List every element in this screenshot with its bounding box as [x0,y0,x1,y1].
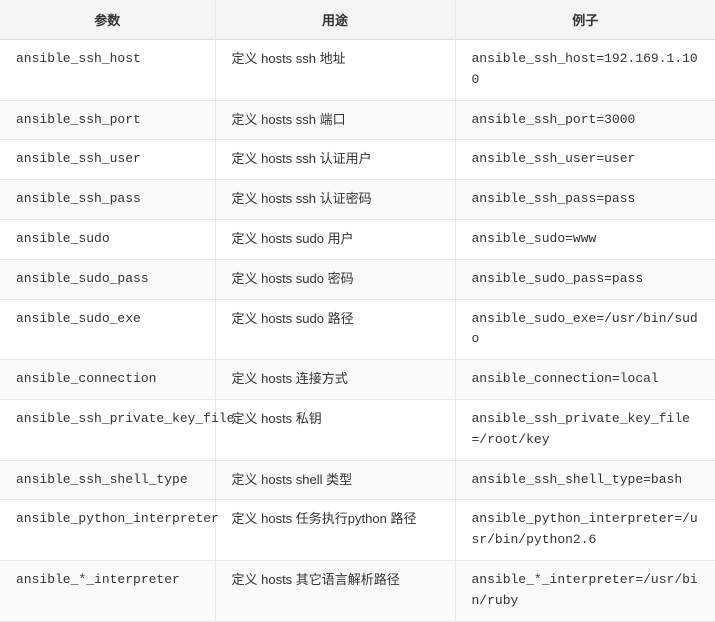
cell-param: ansible_sudo_pass [0,259,215,299]
cell-example: ansible_ssh_pass=pass [455,180,715,220]
table-row: ansible_ssh_shell_type定义 hosts shell 类型a… [0,460,715,500]
cell-example: ansible_ssh_user=user [455,140,715,180]
cell-usage: 定义 hosts shell 类型 [215,460,455,500]
cell-usage: 定义 hosts ssh 认证密码 [215,180,455,220]
cell-usage: 定义 hosts sudo 用户 [215,219,455,259]
cell-usage: 定义 hosts ssh 认证用户 [215,140,455,180]
cell-param: ansible_ssh_port [0,100,215,140]
cell-example: ansible_sudo=www [455,219,715,259]
cell-param: ansible_connection [0,360,215,400]
cell-usage: 定义 hosts sudo 密码 [215,259,455,299]
cell-example: ansible_sudo_pass=pass [455,259,715,299]
cell-example: ansible_ssh_shell_type=bash [455,460,715,500]
cell-usage: 定义 hosts 其它语言解析路径 [215,560,455,621]
cell-usage: 定义 hosts 私钥 [215,399,455,460]
cell-example: ansible_connection=local [455,360,715,400]
cell-param: ansible_sudo [0,219,215,259]
table-row: ansible_python_interpreter定义 hosts 任务执行p… [0,500,715,561]
cell-usage: 定义 hosts ssh 地址 [215,40,455,101]
cell-example: ansible_*_interpreter=/usr/bin/ruby [455,560,715,621]
cell-example: ansible_ssh_host=192.169.1.100 [455,40,715,101]
cell-usage: 定义 hosts sudo 路径 [215,299,455,360]
table-row: ansible_*_interpreter定义 hosts 其它语言解析路径an… [0,560,715,621]
cell-usage: 定义 hosts ssh 端口 [215,100,455,140]
table-row: ansible_ssh_user定义 hosts ssh 认证用户ansible… [0,140,715,180]
table-header-row: 参数 用途 例子 [0,0,715,40]
table-row: ansible_ssh_pass定义 hosts ssh 认证密码ansible… [0,180,715,220]
cell-example: ansible_sudo_exe=/usr/bin/sudo [455,299,715,360]
header-usage: 用途 [215,0,455,40]
cell-param: ansible_ssh_host [0,40,215,101]
cell-param: ansible_ssh_pass [0,180,215,220]
cell-usage: 定义 hosts 任务执行python 路径 [215,500,455,561]
table-row: ansible_sudo_exe定义 hosts sudo 路径ansible_… [0,299,715,360]
cell-example: ansible_python_interpreter=/usr/bin/pyth… [455,500,715,561]
cell-example: ansible_ssh_port=3000 [455,100,715,140]
cell-usage: 定义 hosts 连接方式 [215,360,455,400]
table-row: ansible_ssh_host定义 hosts ssh 地址ansible_s… [0,40,715,101]
table-row: ansible_sudo_pass定义 hosts sudo 密码ansible… [0,259,715,299]
cell-param: ansible_*_interpreter [0,560,215,621]
cell-param: ansible_python_interpreter [0,500,215,561]
table-row: ansible_connection定义 hosts 连接方式ansible_c… [0,360,715,400]
cell-param: ansible_ssh_private_key_file [0,399,215,460]
cell-param: ansible_ssh_shell_type [0,460,215,500]
cell-param: ansible_sudo_exe [0,299,215,360]
table-row: ansible_ssh_port定义 hosts ssh 端口ansible_s… [0,100,715,140]
header-example: 例子 [455,0,715,40]
table-row: ansible_ssh_private_key_file定义 hosts 私钥a… [0,399,715,460]
cell-param: ansible_ssh_user [0,140,215,180]
cell-example: ansible_ssh_private_key_file=/root/key [455,399,715,460]
header-param: 参数 [0,0,215,40]
table-row: ansible_sudo定义 hosts sudo 用户ansible_sudo… [0,219,715,259]
ansible-params-table: 参数 用途 例子 ansible_ssh_host定义 hosts ssh 地址… [0,0,715,622]
